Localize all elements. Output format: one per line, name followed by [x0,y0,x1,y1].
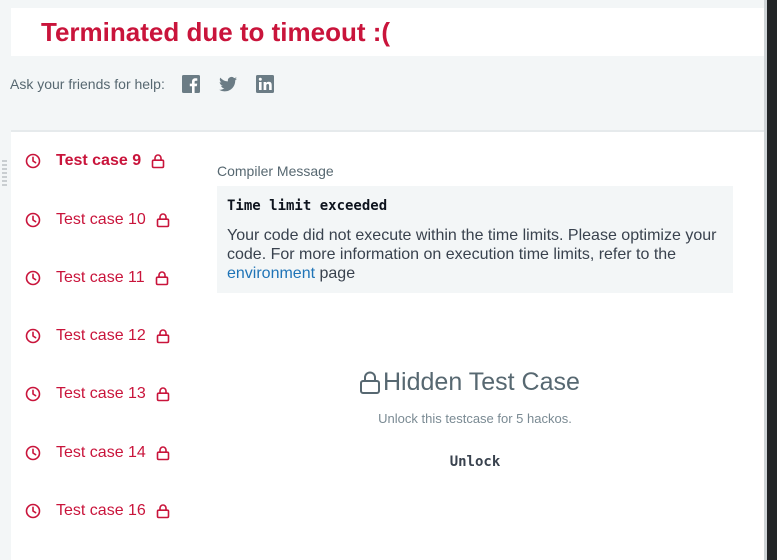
linkedin-icon[interactable] [255,74,275,94]
test-case-item[interactable]: Test case 16 [25,499,170,523]
lock-icon [156,328,170,344]
test-case-list: Test case 9 Test case 10 Test case 11 Test … [11,132,191,560]
test-case-label: Test case 9 [56,152,142,169]
compiler-message-box: Time limit exceeded Your code did not ex… [217,186,733,293]
compiler-message-label: Compiler Message [217,163,334,179]
unlock-button[interactable]: Unlock [430,450,520,474]
facebook-icon[interactable] [181,74,201,94]
lock-icon [155,270,169,286]
compiler-message-heading: Time limit exceeded [227,198,388,214]
clock-icon [25,445,41,461]
unlock-cost-text: Unlock this testcase for 5 hackos. [378,411,572,426]
result-title: Terminated due to timeout :( [41,17,391,47]
clock-icon [25,503,41,519]
hidden-test-case-title: Hidden Test Case [383,367,580,396]
share-label: Ask your friends for help: [10,76,165,92]
share-row: Ask your friends for help: [10,70,292,98]
twitter-icon[interactable] [218,74,238,94]
test-case-item[interactable]: Test case 14 [25,441,170,465]
result-banner: Terminated due to timeout :( [11,8,764,56]
compiler-message-tail: page [315,265,356,282]
drag-handle[interactable] [2,160,7,190]
test-case-label: Test case 12 [56,327,146,344]
clock-icon [25,328,41,344]
clock-icon [25,270,41,286]
clock-icon [25,386,41,402]
test-case-item[interactable]: Test case 9 [25,149,165,173]
test-case-item[interactable]: Test case 10 [25,208,170,232]
environment-link[interactable]: environment [227,265,315,282]
lock-icon [156,503,170,519]
lock-icon [156,212,170,228]
test-case-label: Test case 13 [56,385,146,402]
compiler-message-text: Your code did not execute within the tim… [227,227,717,263]
clock-icon [25,153,41,169]
test-case-label: Test case 11 [56,269,145,286]
clock-icon [25,212,41,228]
lock-icon [156,445,170,461]
hidden-test-case-heading: Hidden Test Case [359,366,580,398]
test-case-item[interactable]: Test case 12 [25,324,170,348]
test-case-item[interactable]: Test case 11 [25,266,169,290]
test-case-item[interactable]: Test case 13 [25,382,170,406]
window-edge [764,0,777,560]
test-case-label: Test case 10 [56,211,146,228]
lock-icon [359,370,381,394]
test-case-label: Test case 16 [56,502,146,519]
compiler-message-body: Your code did not execute within the tim… [227,226,723,283]
lock-icon [151,153,165,169]
lock-icon [156,386,170,402]
test-case-label: Test case 14 [56,444,146,461]
